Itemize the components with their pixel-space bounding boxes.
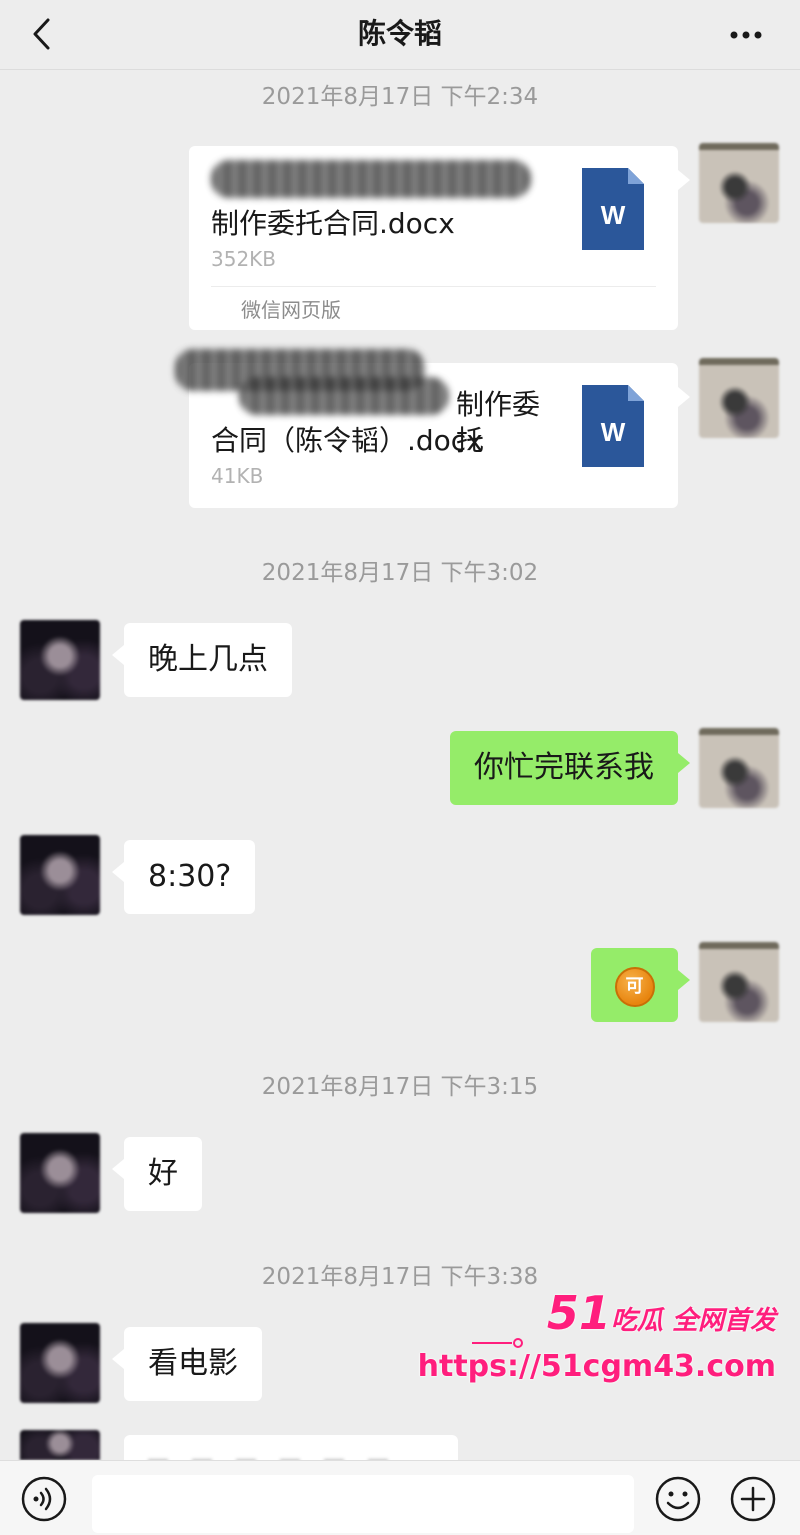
chat-title: 陈令韬 bbox=[357, 17, 442, 50]
avatar-contact[interactable] bbox=[20, 1430, 100, 1460]
timestamp: 2021年8月17日 下午3:15 bbox=[261, 1074, 539, 1100]
avatar-self[interactable] bbox=[699, 143, 779, 223]
timestamp: 2021年8月17日 下午2:34 bbox=[261, 84, 539, 110]
watermark-brand: 51吃瓜 全网首发 bbox=[546, 1286, 776, 1340]
input-bar bbox=[0, 1460, 800, 1535]
file-name: 制作委托 合同（陈令韬）.docx bbox=[211, 388, 541, 457]
file-size: 352KB bbox=[211, 247, 277, 271]
message-bubble[interactable]: 看电影 bbox=[112, 1327, 262, 1401]
file-source: 微信网页版 bbox=[241, 298, 341, 322]
card-divider bbox=[211, 286, 656, 287]
watermark: 51吃瓜 全网首发 https://51cgm43.com bbox=[418, 1285, 790, 1395]
message-input[interactable] bbox=[92, 1475, 634, 1533]
file-size: 41KB bbox=[211, 464, 264, 488]
timestamp: 2021年8月17日 下午3:02 bbox=[261, 560, 539, 586]
plus-circle-icon[interactable] bbox=[728, 1475, 778, 1523]
file-message[interactable]: 制作委托 合同（陈令韬）.docx 41KB W bbox=[175, 349, 690, 508]
avatar-contact[interactable] bbox=[20, 620, 100, 700]
word-doc-icon: W bbox=[582, 168, 644, 250]
emoji-ke-icon: 可 bbox=[614, 966, 655, 1007]
word-doc-icon: W bbox=[582, 385, 644, 467]
message-bubble[interactable]: 你忙完联系我 bbox=[450, 731, 690, 805]
message-bubble[interactable]: 晚上几点 bbox=[112, 623, 292, 697]
more-dots-icon[interactable] bbox=[726, 20, 766, 50]
avatar-self[interactable] bbox=[699, 728, 779, 808]
avatar-contact[interactable] bbox=[20, 1133, 100, 1213]
svg-text:W: W bbox=[601, 417, 626, 447]
file-name: 制作委托合同.docx bbox=[211, 207, 455, 240]
avatar-self[interactable] bbox=[699, 358, 779, 438]
emoji-message[interactable]: 可 bbox=[591, 948, 690, 1022]
message-bubble[interactable]: 好 bbox=[112, 1137, 202, 1211]
chat-header: 陈令韬 bbox=[0, 0, 800, 70]
file-message[interactable]: 制作委托合同.docx 352KB W 微信网页版 bbox=[189, 146, 690, 330]
emoji-icon[interactable] bbox=[654, 1475, 702, 1523]
avatar-contact[interactable] bbox=[20, 835, 100, 915]
svg-text:W: W bbox=[601, 200, 626, 230]
message-bubble[interactable]: 8:30? bbox=[111, 840, 256, 914]
watermark-url: https://51cgm43.com bbox=[417, 1349, 776, 1384]
avatar-contact[interactable] bbox=[20, 1323, 100, 1403]
voice-icon[interactable] bbox=[20, 1475, 68, 1523]
avatar-self[interactable] bbox=[699, 942, 779, 1022]
